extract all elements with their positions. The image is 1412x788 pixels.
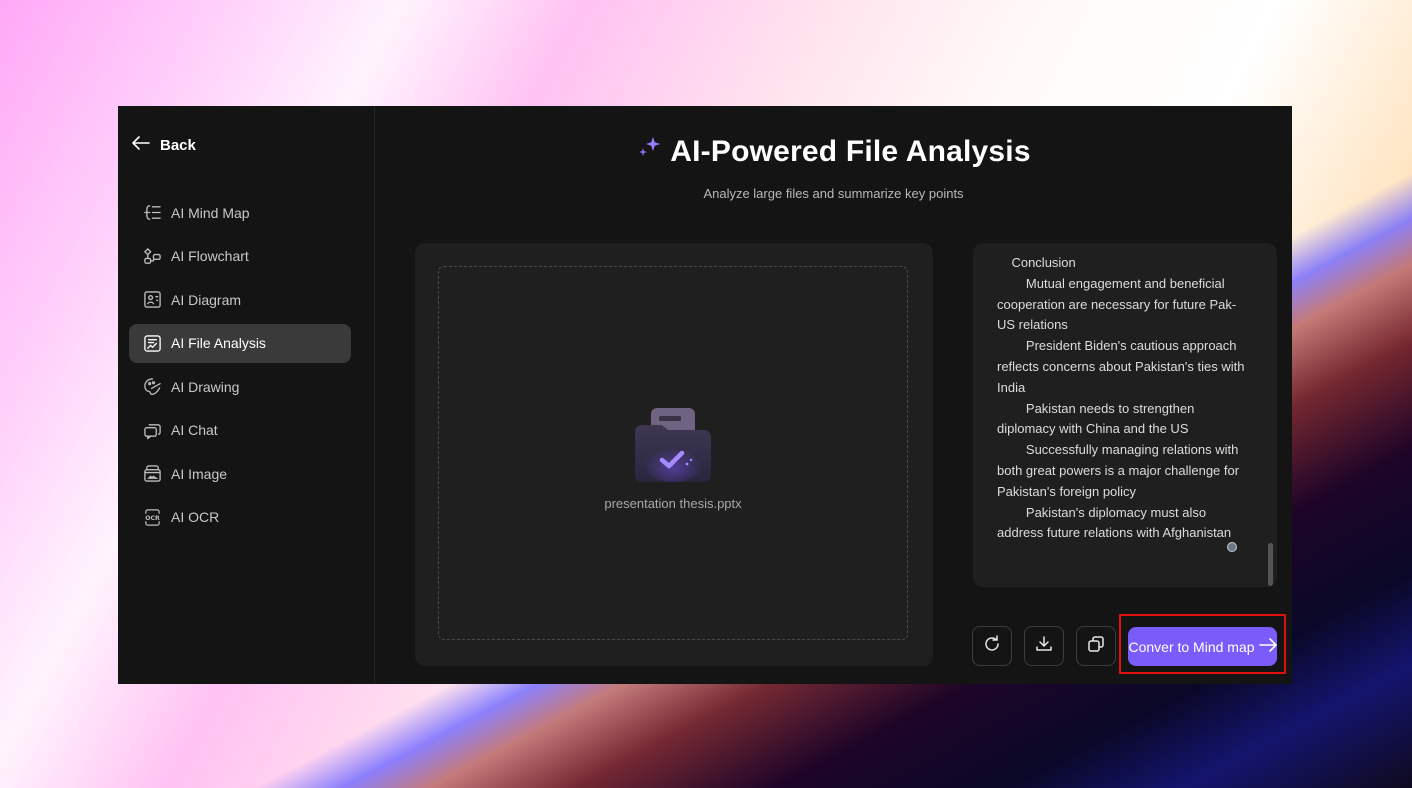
sidebar-item-label: AI Image bbox=[171, 465, 228, 482]
uploaded-file: presentation thesis.pptx bbox=[439, 402, 907, 511]
download-button[interactable] bbox=[1024, 626, 1064, 666]
sparkle-icon bbox=[636, 134, 666, 170]
highlight-box: Conver to Mind map bbox=[1119, 614, 1286, 674]
copy-button[interactable] bbox=[1076, 626, 1116, 666]
sidebar-item-ai-file-analysis[interactable]: AI File Analysis bbox=[129, 323, 351, 363]
arrow-left-icon bbox=[132, 136, 150, 154]
analysis-result-text: Conclusion Mutual engagement and benefic… bbox=[997, 255, 1245, 541]
sidebar-item-ai-image[interactable]: AI Image bbox=[129, 454, 351, 493]
file-analysis-icon bbox=[143, 334, 162, 353]
mouse-cursor-icon bbox=[1227, 542, 1237, 552]
sidebar-item-ai-diagram[interactable]: AI Diagram bbox=[129, 280, 351, 319]
regenerate-button[interactable] bbox=[972, 626, 1012, 666]
sidebar: Back AI Mind Map AI Flowchart AI Diagram bbox=[118, 106, 375, 684]
sidebar-item-label: AI File Analysis bbox=[171, 335, 266, 351]
sidebar-item-ai-flowchart[interactable]: AI Flowchart bbox=[129, 237, 351, 276]
file-name: presentation thesis.pptx bbox=[604, 496, 742, 511]
result-scrollbar[interactable] bbox=[1268, 543, 1273, 586]
flowchart-icon bbox=[143, 247, 162, 266]
sidebar-item-ai-ocr[interactable]: OCR AI OCR bbox=[129, 498, 351, 537]
sidebar-item-label: AI OCR bbox=[171, 509, 220, 525]
arrow-right-icon bbox=[1258, 638, 1277, 655]
ocr-icon: OCR bbox=[143, 508, 162, 527]
sidebar-item-ai-mind-map[interactable]: AI Mind Map bbox=[129, 193, 351, 232]
analysis-result-panel: Conclusion Mutual engagement and benefic… bbox=[973, 243, 1277, 587]
page-subtitle: Analyze large files and summarize key po… bbox=[703, 186, 964, 201]
download-icon bbox=[1034, 634, 1054, 659]
sidebar-item-label: AI Chat bbox=[171, 422, 218, 438]
page-title: AI-Powered File Analysis bbox=[375, 134, 1292, 170]
sidebar-item-label: AI Flowchart bbox=[171, 248, 249, 264]
svg-text:OCR: OCR bbox=[145, 514, 160, 521]
convert-label: Conver to Mind map bbox=[1128, 638, 1255, 655]
back-button[interactable]: Back bbox=[132, 136, 196, 154]
back-label: Back bbox=[160, 136, 196, 154]
palette-icon bbox=[143, 377, 162, 396]
sidebar-item-ai-drawing[interactable]: AI Drawing bbox=[129, 367, 351, 406]
upload-panel: presentation thesis.pptx bbox=[415, 243, 933, 666]
sidebar-item-ai-chat[interactable]: AI Chat bbox=[129, 411, 351, 450]
sidebar-item-label: AI Mind Map bbox=[171, 204, 250, 221]
folder-check-icon bbox=[627, 402, 719, 493]
file-dropzone[interactable]: presentation thesis.pptx bbox=[438, 266, 908, 640]
sidebar-nav: AI Mind Map AI Flowchart AI Diagram AI F… bbox=[129, 193, 351, 541]
sidebar-item-label: AI Drawing bbox=[171, 378, 240, 395]
diagram-icon bbox=[143, 290, 162, 309]
result-actions bbox=[972, 626, 1116, 666]
convert-to-mind-map-button[interactable]: Conver to Mind map bbox=[1128, 627, 1277, 666]
main-content: AI-Powered File Analysis Analyze large f… bbox=[375, 106, 1292, 684]
image-icon bbox=[143, 464, 162, 483]
chat-icon bbox=[143, 421, 162, 440]
copy-icon bbox=[1086, 634, 1106, 659]
refresh-icon bbox=[982, 634, 1002, 659]
app-window: Back AI Mind Map AI Flowchart AI Diagram bbox=[118, 106, 1292, 684]
sidebar-item-label: AI Diagram bbox=[171, 291, 242, 308]
page-title-text: AI-Powered File Analysis bbox=[670, 135, 1031, 168]
mind-map-icon bbox=[143, 203, 162, 222]
